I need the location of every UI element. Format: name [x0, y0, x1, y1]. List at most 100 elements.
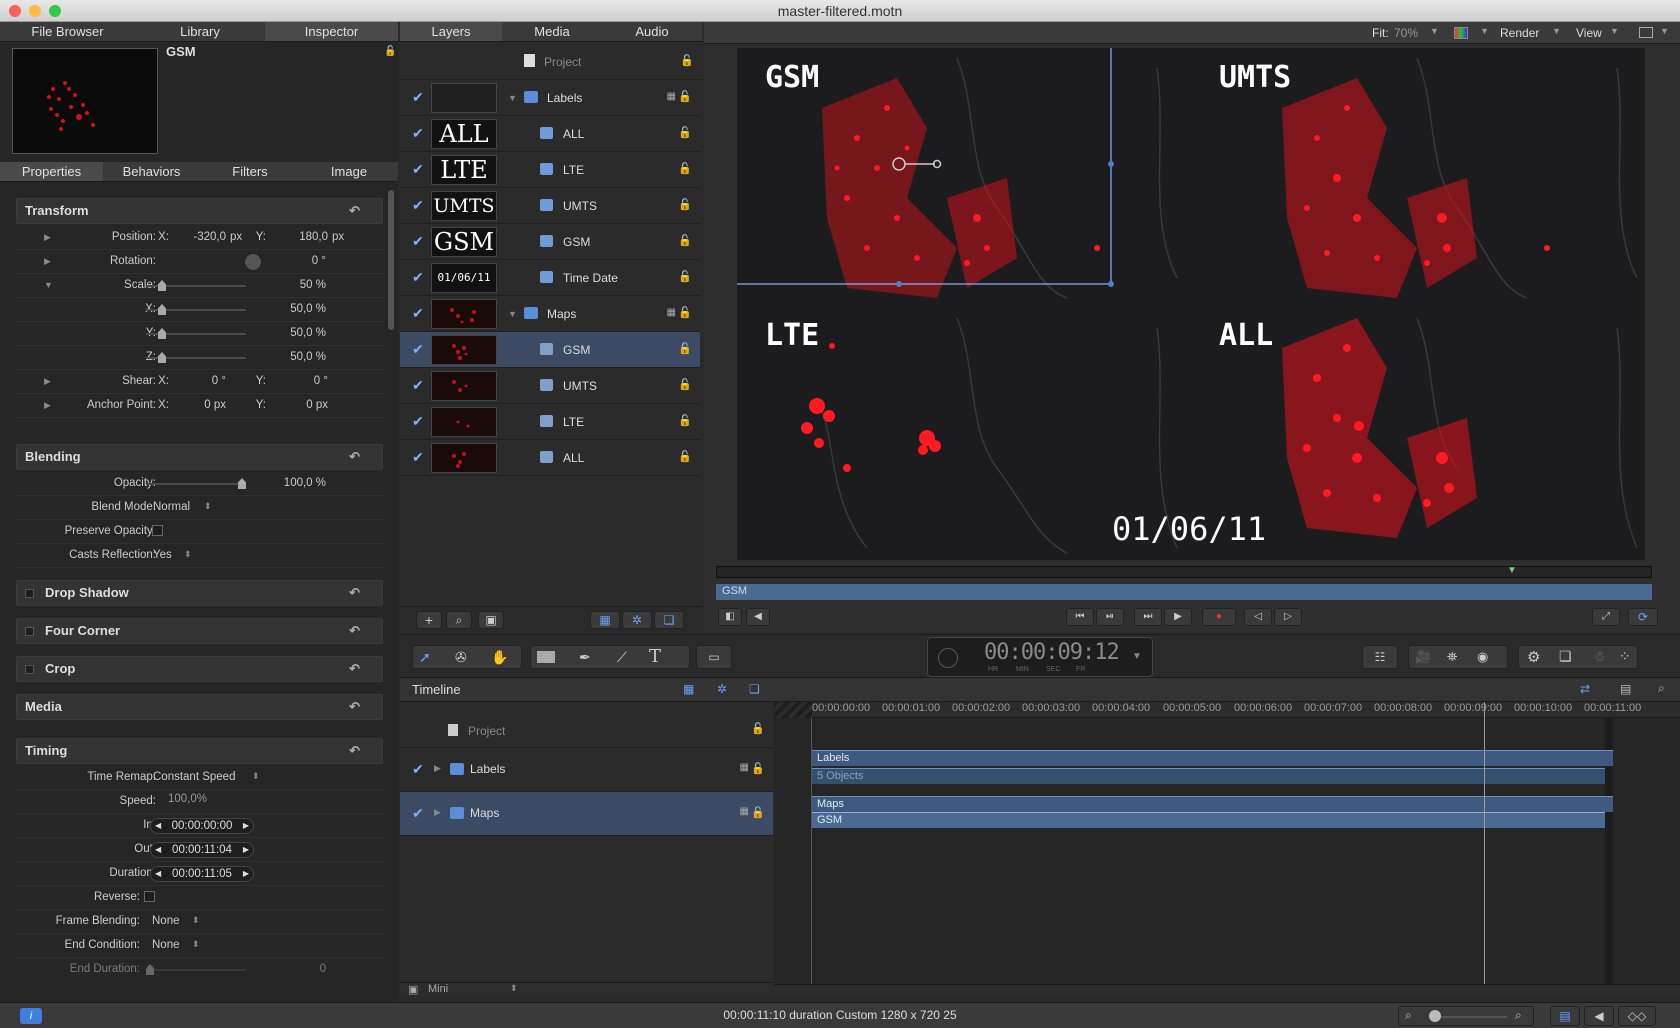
end-duration-value[interactable]: 0: [266, 963, 326, 975]
inspector-scrollbar[interactable]: [388, 190, 394, 330]
lock-icon[interactable]: 🔓: [751, 722, 765, 735]
preserve-opacity-checkbox[interactable]: [152, 525, 163, 536]
lock-icon[interactable]: 🔓: [678, 162, 692, 175]
disclosure-triangle-icon[interactable]: ▶: [44, 400, 51, 411]
slider-knob[interactable]: [146, 964, 154, 975]
enable-checkbox[interactable]: [25, 589, 34, 598]
layer-visibility-checkbox[interactable]: ✔: [412, 234, 426, 248]
speed-value[interactable]: 100,0%: [168, 793, 207, 805]
lock-icon[interactable]: 🔓: [751, 806, 765, 819]
drop-shadow-section-header[interactable]: Drop Shadow ↶: [16, 580, 383, 606]
zoom-slider[interactable]: ⌕ ⌕: [1398, 1006, 1534, 1026]
show-behaviors-icon[interactable]: ✲: [717, 682, 727, 696]
scale-x-value[interactable]: 50,0 %: [266, 303, 326, 315]
layer-visibility-checkbox[interactable]: ✔: [412, 198, 426, 212]
group-mode-icon[interactable]: ▦: [740, 762, 749, 773]
scale-value[interactable]: 50 %: [266, 279, 326, 291]
layer-visibility-checkbox[interactable]: ✔: [412, 126, 426, 140]
filters-icon[interactable]: ❏: [1559, 648, 1572, 665]
reverse-checkbox[interactable]: [144, 891, 155, 902]
show-filters-icon[interactable]: ❏: [654, 611, 684, 629]
position-x-value[interactable]: -320,0: [176, 231, 226, 243]
timeline-bar-gsm[interactable]: GSM: [812, 812, 1605, 828]
media-section-header[interactable]: Media ↶: [16, 694, 383, 720]
decrement-arrow-icon[interactable]: ◀: [151, 867, 161, 881]
layer-row-lte-text[interactable]: ✔ LTE LTE 🔓: [400, 152, 700, 188]
playhead-marker-icon[interactable]: ▼: [1507, 565, 1517, 576]
fit-zoom-select[interactable]: 70%: [1394, 26, 1418, 40]
add-layer-button[interactable]: +: [416, 611, 442, 629]
scale-slider[interactable]: [146, 280, 246, 291]
layer-visibility-checkbox[interactable]: ✔: [412, 414, 426, 428]
layer-project-row[interactable]: Project 🔓: [400, 44, 702, 80]
record-icon[interactable]: ●: [1202, 608, 1236, 626]
layer-row-gsm-text[interactable]: ✔ GSM GSM 🔓: [400, 224, 700, 260]
in-timecode-field[interactable]: ◀ 00:00:00:00 ▶: [150, 818, 254, 834]
mini-view-select[interactable]: Mini: [428, 983, 448, 995]
new-light-icon[interactable]: ⛯: [1447, 649, 1457, 665]
go-to-end-icon[interactable]: ⏭: [1134, 608, 1162, 626]
timeline-bar-labels[interactable]: Labels: [812, 750, 1613, 766]
show-audio-icon[interactable]: ◀: [1584, 1006, 1614, 1026]
layer-row-all-map[interactable]: ✔ ALL 🔓: [400, 440, 700, 476]
time-remap-select[interactable]: Constant Speed: [153, 771, 235, 783]
anchor-x-value[interactable]: 0 px: [176, 399, 226, 411]
disclosure-triangle-icon[interactable]: ▶: [44, 232, 51, 243]
scale-y-slider[interactable]: [146, 328, 246, 339]
audio-icon[interactable]: ◀: [746, 608, 770, 626]
group-mode-icon[interactable]: ▦: [667, 307, 676, 318]
tab-behaviors[interactable]: Behaviors: [103, 162, 200, 181]
minimize-window-button[interactable]: [29, 5, 41, 17]
tab-layers[interactable]: Layers: [400, 22, 502, 41]
disclosure-triangle-down-icon[interactable]: ▼: [508, 309, 517, 319]
reset-icon[interactable]: ↶: [349, 581, 360, 605]
duration-timecode-field[interactable]: ◀ 00:00:11:05 ▶: [150, 866, 254, 882]
play-icon[interactable]: ▶: [1164, 608, 1192, 626]
paint-brush-icon[interactable]: ⟋: [617, 649, 627, 666]
increment-arrow-icon[interactable]: ▶: [243, 843, 253, 857]
layer-row-maps[interactable]: ✔ ▼ Maps ▦ 🔓: [400, 296, 700, 332]
increment-arrow-icon[interactable]: ▶: [243, 819, 253, 833]
reset-icon[interactable]: ↶: [349, 739, 360, 763]
reset-icon[interactable]: ↶: [349, 199, 360, 223]
rotation-value[interactable]: 0 °: [276, 255, 326, 267]
close-window-button[interactable]: [9, 5, 21, 17]
tab-audio[interactable]: Audio: [602, 22, 702, 41]
lock-icon[interactable]: 🔓: [678, 450, 692, 463]
lock-icon[interactable]: 🔓: [751, 762, 765, 775]
blending-section-header[interactable]: Blending ↶: [16, 444, 383, 470]
lock-icon[interactable]: 🔓: [384, 46, 396, 57]
layer-visibility-checkbox[interactable]: ✔: [412, 270, 426, 284]
chevron-down-icon[interactable]: ▼: [1610, 26, 1619, 36]
lock-icon[interactable]: 🔓: [678, 378, 692, 391]
layer-row-gsm-map[interactable]: ✔ GSM 🔓: [400, 332, 700, 368]
chevron-down-icon[interactable]: ▼: [1132, 651, 1142, 662]
timeline-horizontal-scrollbar[interactable]: [774, 984, 1680, 998]
track-visibility-checkbox[interactable]: ✔: [412, 762, 426, 776]
hand-pan-icon[interactable]: ✋: [491, 649, 508, 666]
disclosure-triangle-icon[interactable]: ▶: [434, 763, 441, 774]
previous-keyframe-icon[interactable]: ◁: [1244, 608, 1272, 626]
layer-visibility-checkbox[interactable]: ✔: [412, 162, 426, 176]
disclosure-triangle-icon[interactable]: ▶: [44, 256, 51, 267]
end-condition-select[interactable]: None: [152, 939, 180, 951]
shear-x-value[interactable]: 0 °: [176, 375, 226, 387]
timeline-ruler[interactable]: 00:00:00:00 00:00:01:00 00:00:02:00 00:0…: [774, 702, 1680, 718]
pen-adjust-icon[interactable]: ✇: [455, 649, 467, 666]
lock-icon[interactable]: 🔓: [678, 234, 692, 247]
reset-icon[interactable]: ↶: [349, 445, 360, 469]
step-forward-icon[interactable]: ⏯: [1096, 608, 1124, 626]
chevron-down-icon[interactable]: ▼: [1552, 26, 1561, 36]
lock-icon[interactable]: 🔓: [678, 126, 692, 139]
chevron-down-icon[interactable]: ▼: [1480, 26, 1489, 36]
popup-arrows-icon[interactable]: ⬍: [184, 549, 192, 560]
group-mode-icon[interactable]: ▦: [740, 806, 749, 817]
layer-visibility-checkbox[interactable]: ✔: [412, 378, 426, 392]
popup-arrows-icon[interactable]: ⬍: [252, 771, 260, 782]
rotation-dial[interactable]: [244, 253, 262, 271]
tab-media[interactable]: Media: [502, 22, 602, 41]
behaviors-gear-icon[interactable]: ⚙: [1527, 648, 1540, 666]
tab-file-browser[interactable]: File Browser: [0, 22, 135, 41]
disclosure-triangle-icon[interactable]: ▶: [44, 376, 51, 387]
layer-visibility-checkbox[interactable]: ✔: [412, 90, 426, 104]
